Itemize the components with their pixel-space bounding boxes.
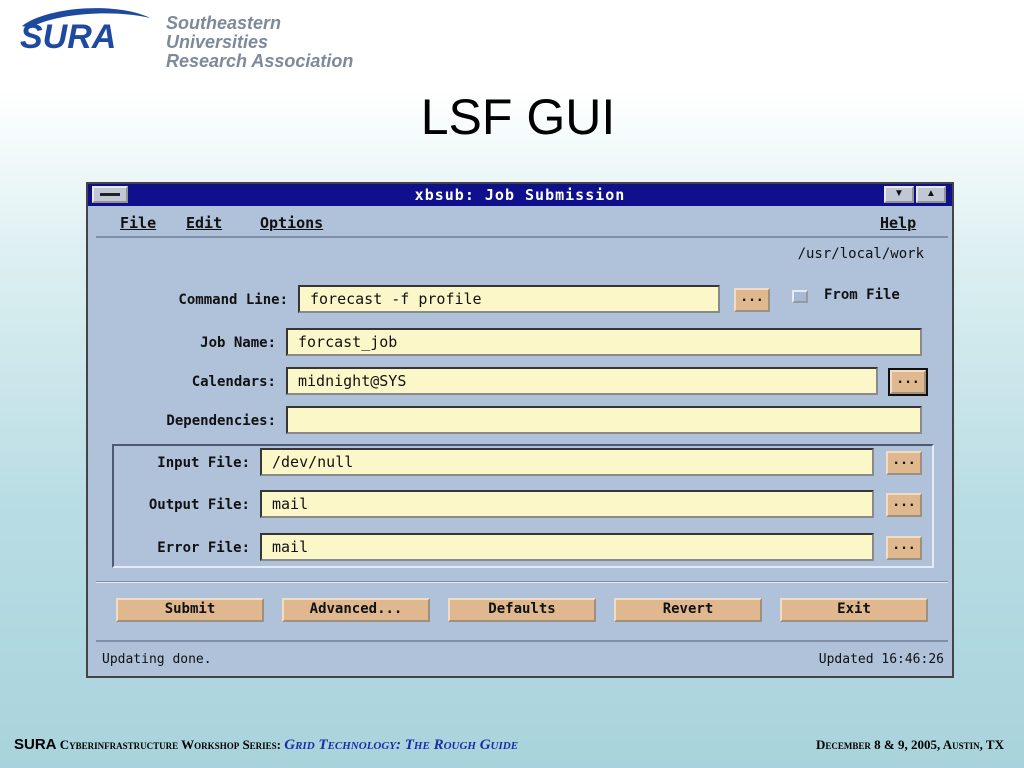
- output-file-browse-button[interactable]: ...: [886, 493, 922, 517]
- status-bar: Updating done. Updated 16:46:26: [96, 640, 948, 676]
- footer-left: SURA Cyberinfrastructure Workshop Series…: [14, 736, 518, 754]
- slide-footer: SURA Cyberinfrastructure Workshop Series…: [14, 736, 1008, 756]
- status-message: Updating done.: [102, 652, 212, 667]
- menu-help[interactable]: Help: [880, 214, 916, 232]
- input-file-input[interactable]: /dev/null: [260, 448, 874, 476]
- advanced-button[interactable]: Advanced...: [282, 598, 430, 622]
- dependencies-label: Dependencies:: [166, 413, 276, 429]
- logo-line-2: Research Association: [166, 51, 354, 71]
- footer-date: December 8 & 9, 2005, Austin, TX: [816, 737, 1004, 752]
- menubar: File Edit Options Help: [96, 208, 948, 238]
- job-name-label: Job Name:: [200, 335, 276, 351]
- action-separator: [96, 581, 948, 583]
- logo-line-1: Southeastern Universities: [166, 13, 282, 52]
- logo-mark-text: SURA: [20, 18, 116, 52]
- defaults-button[interactable]: Defaults: [448, 598, 596, 622]
- status-updated-time: Updated 16:46:26: [818, 652, 944, 667]
- minimize-icon[interactable]: ▼: [884, 186, 914, 203]
- revert-button[interactable]: Revert: [614, 598, 762, 622]
- exit-button[interactable]: Exit: [780, 598, 928, 622]
- menu-edit[interactable]: Edit: [186, 214, 222, 232]
- xbsub-window: xbsub: Job Submission ▼ ▲ File Edit Opti…: [86, 182, 954, 678]
- submit-button[interactable]: Submit: [116, 598, 264, 622]
- calendars-input[interactable]: midnight@SYS: [286, 367, 878, 395]
- slide-title: LSF GUI: [420, 89, 616, 145]
- input-file-browse-button[interactable]: ...: [886, 451, 922, 475]
- footer-sura: SURA: [14, 736, 57, 753]
- sura-logo-mark: SURA: [20, 8, 150, 52]
- footer-series: Cyberinfrastructure Workshop Series:: [59, 737, 282, 752]
- window-title: xbsub: Job Submission: [414, 186, 626, 204]
- error-file-label: Error File:: [157, 540, 250, 556]
- error-file-input[interactable]: mail: [260, 533, 874, 561]
- error-file-browse-button[interactable]: ...: [886, 536, 922, 560]
- maximize-icon[interactable]: ▲: [916, 186, 946, 203]
- from-file-label: From File: [824, 287, 900, 303]
- menu-options[interactable]: Options: [260, 214, 323, 232]
- from-file-checkbox[interactable]: [792, 290, 808, 303]
- job-name-input[interactable]: forcast_job: [286, 328, 922, 356]
- output-file-input[interactable]: mail: [260, 490, 874, 518]
- window-titlebar[interactable]: xbsub: Job Submission ▼ ▲: [88, 184, 952, 206]
- footer-guide: Grid Technology: The Rough Guide: [284, 737, 519, 753]
- calendars-browse-button[interactable]: ...: [888, 368, 928, 396]
- dependencies-input[interactable]: [286, 406, 922, 434]
- menu-file[interactable]: File: [120, 214, 156, 232]
- command-line-input[interactable]: forecast -f profile: [298, 285, 720, 313]
- sura-logo: SURA Southeastern Universities Research …: [18, 4, 378, 71]
- output-file-label: Output File:: [148, 497, 250, 513]
- working-directory: /usr/local/work: [797, 246, 924, 262]
- input-file-label: Input File:: [157, 455, 250, 471]
- command-line-label: Command Line:: [178, 292, 288, 308]
- calendars-label: Calendars:: [191, 374, 276, 390]
- command-line-browse-button[interactable]: ...: [734, 288, 770, 312]
- logo-text: Southeastern Universities Research Assoc…: [166, 14, 378, 71]
